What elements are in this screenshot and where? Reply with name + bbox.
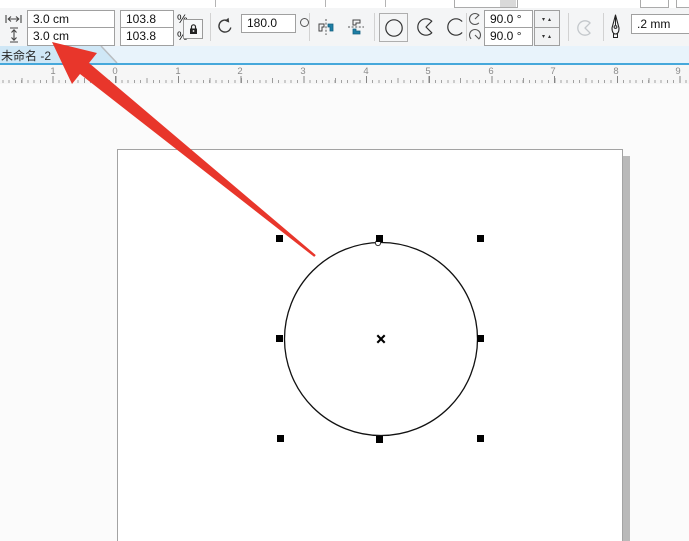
start-angle-spinner[interactable]: ▾▴ bbox=[535, 11, 559, 27]
divider bbox=[374, 13, 375, 41]
workspace[interactable] bbox=[0, 84, 689, 541]
end-angle-field[interactable]: 90.0 ° bbox=[485, 27, 532, 44]
divider bbox=[568, 13, 569, 41]
divider bbox=[309, 13, 310, 41]
divider bbox=[385, 0, 386, 7]
document-tab-bar: 未命名 -2 bbox=[0, 46, 689, 65]
selection-handle-top-center[interactable] bbox=[376, 235, 383, 242]
spin-up-icon[interactable]: ▴ bbox=[548, 16, 552, 23]
page[interactable] bbox=[117, 149, 623, 541]
scale-height-field[interactable]: 103.8 bbox=[121, 27, 173, 44]
object-width-icon bbox=[5, 14, 22, 24]
degree-symbol bbox=[300, 18, 309, 27]
end-angle-icon bbox=[468, 28, 482, 42]
object-height-field[interactable]: 3.0 cm bbox=[28, 27, 114, 44]
selection-handle-top-left[interactable] bbox=[276, 235, 283, 242]
selection-handle-bottom-center[interactable] bbox=[376, 436, 383, 443]
divider bbox=[325, 0, 326, 7]
divider bbox=[466, 13, 467, 41]
selection-handle-middle-left[interactable] bbox=[276, 335, 283, 342]
angle-spinners: ▾▴ ▾▴ bbox=[534, 10, 560, 46]
rotation-icon bbox=[215, 16, 235, 36]
spin-down-icon[interactable]: ▾ bbox=[542, 33, 546, 40]
change-direction-button-disabled bbox=[574, 17, 596, 39]
scale-fields: 103.8 103.8 bbox=[120, 10, 174, 46]
mirror-vertical-button[interactable] bbox=[344, 16, 368, 38]
app-window: 3.0 cm 3.0 cm 103.8 103.8 % % 180.0 bbox=[0, 0, 689, 541]
object-height-icon bbox=[9, 27, 19, 43]
start-angle-field[interactable]: 90.0 ° bbox=[485, 11, 532, 27]
selection-handle-bottom-right[interactable] bbox=[477, 435, 484, 442]
mirror-horizontal-button[interactable] bbox=[314, 16, 338, 38]
spin-up-icon[interactable]: ▴ bbox=[548, 33, 552, 40]
clipped-control bbox=[500, 0, 516, 7]
ellipse-mode-button[interactable] bbox=[379, 13, 408, 42]
page-shadow bbox=[623, 156, 630, 541]
object-size-fields: 3.0 cm 3.0 cm bbox=[27, 10, 115, 46]
divider bbox=[215, 0, 216, 7]
selection-handle-bottom-left[interactable] bbox=[277, 435, 284, 442]
clipped-control bbox=[640, 0, 669, 8]
divider bbox=[603, 13, 604, 41]
outline-width-field[interactable]: .2 mm bbox=[631, 14, 689, 34]
spin-down-icon[interactable]: ▾ bbox=[542, 16, 546, 23]
arc-mode-button[interactable] bbox=[442, 13, 469, 40]
rotation-angle-field[interactable]: 180.0 bbox=[241, 14, 296, 33]
scale-width-field[interactable]: 103.8 bbox=[121, 11, 173, 27]
selection-handle-top-right[interactable] bbox=[477, 235, 484, 242]
lock-ratio-button[interactable] bbox=[183, 19, 203, 39]
clipped-control bbox=[676, 0, 689, 8]
outline-pen-icon bbox=[608, 13, 623, 41]
selection-handle-middle-right[interactable] bbox=[477, 335, 484, 342]
pie-mode-button[interactable] bbox=[412, 13, 439, 40]
property-bar: 3.0 cm 3.0 cm 103.8 103.8 % % 180.0 bbox=[0, 8, 689, 47]
horizontal-ruler[interactable]: 1 0 1 2 3 4 5 6 7 8 9 bbox=[0, 65, 689, 85]
ruler-ticks bbox=[0, 76, 689, 83]
arc-angle-fields: 90.0 ° 90.0 ° bbox=[484, 10, 533, 46]
end-angle-spinner[interactable]: ▾▴ bbox=[535, 27, 559, 44]
document-tab-title: 未命名 -2 bbox=[1, 47, 51, 64]
start-angle-icon bbox=[468, 12, 482, 26]
divider bbox=[210, 13, 211, 41]
object-width-field[interactable]: 3.0 cm bbox=[28, 11, 114, 27]
